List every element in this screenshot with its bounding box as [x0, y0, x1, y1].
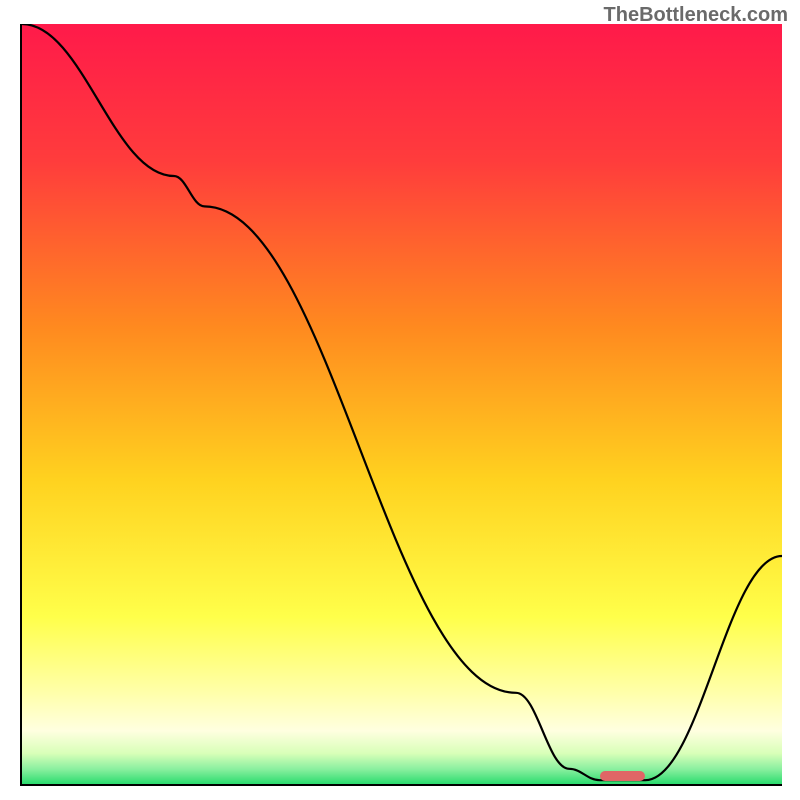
chart-curve: [22, 24, 782, 784]
chart-optimal-marker: [600, 771, 646, 781]
chart-plot-area: [20, 24, 782, 786]
watermark-text: TheBottleneck.com: [604, 4, 788, 27]
